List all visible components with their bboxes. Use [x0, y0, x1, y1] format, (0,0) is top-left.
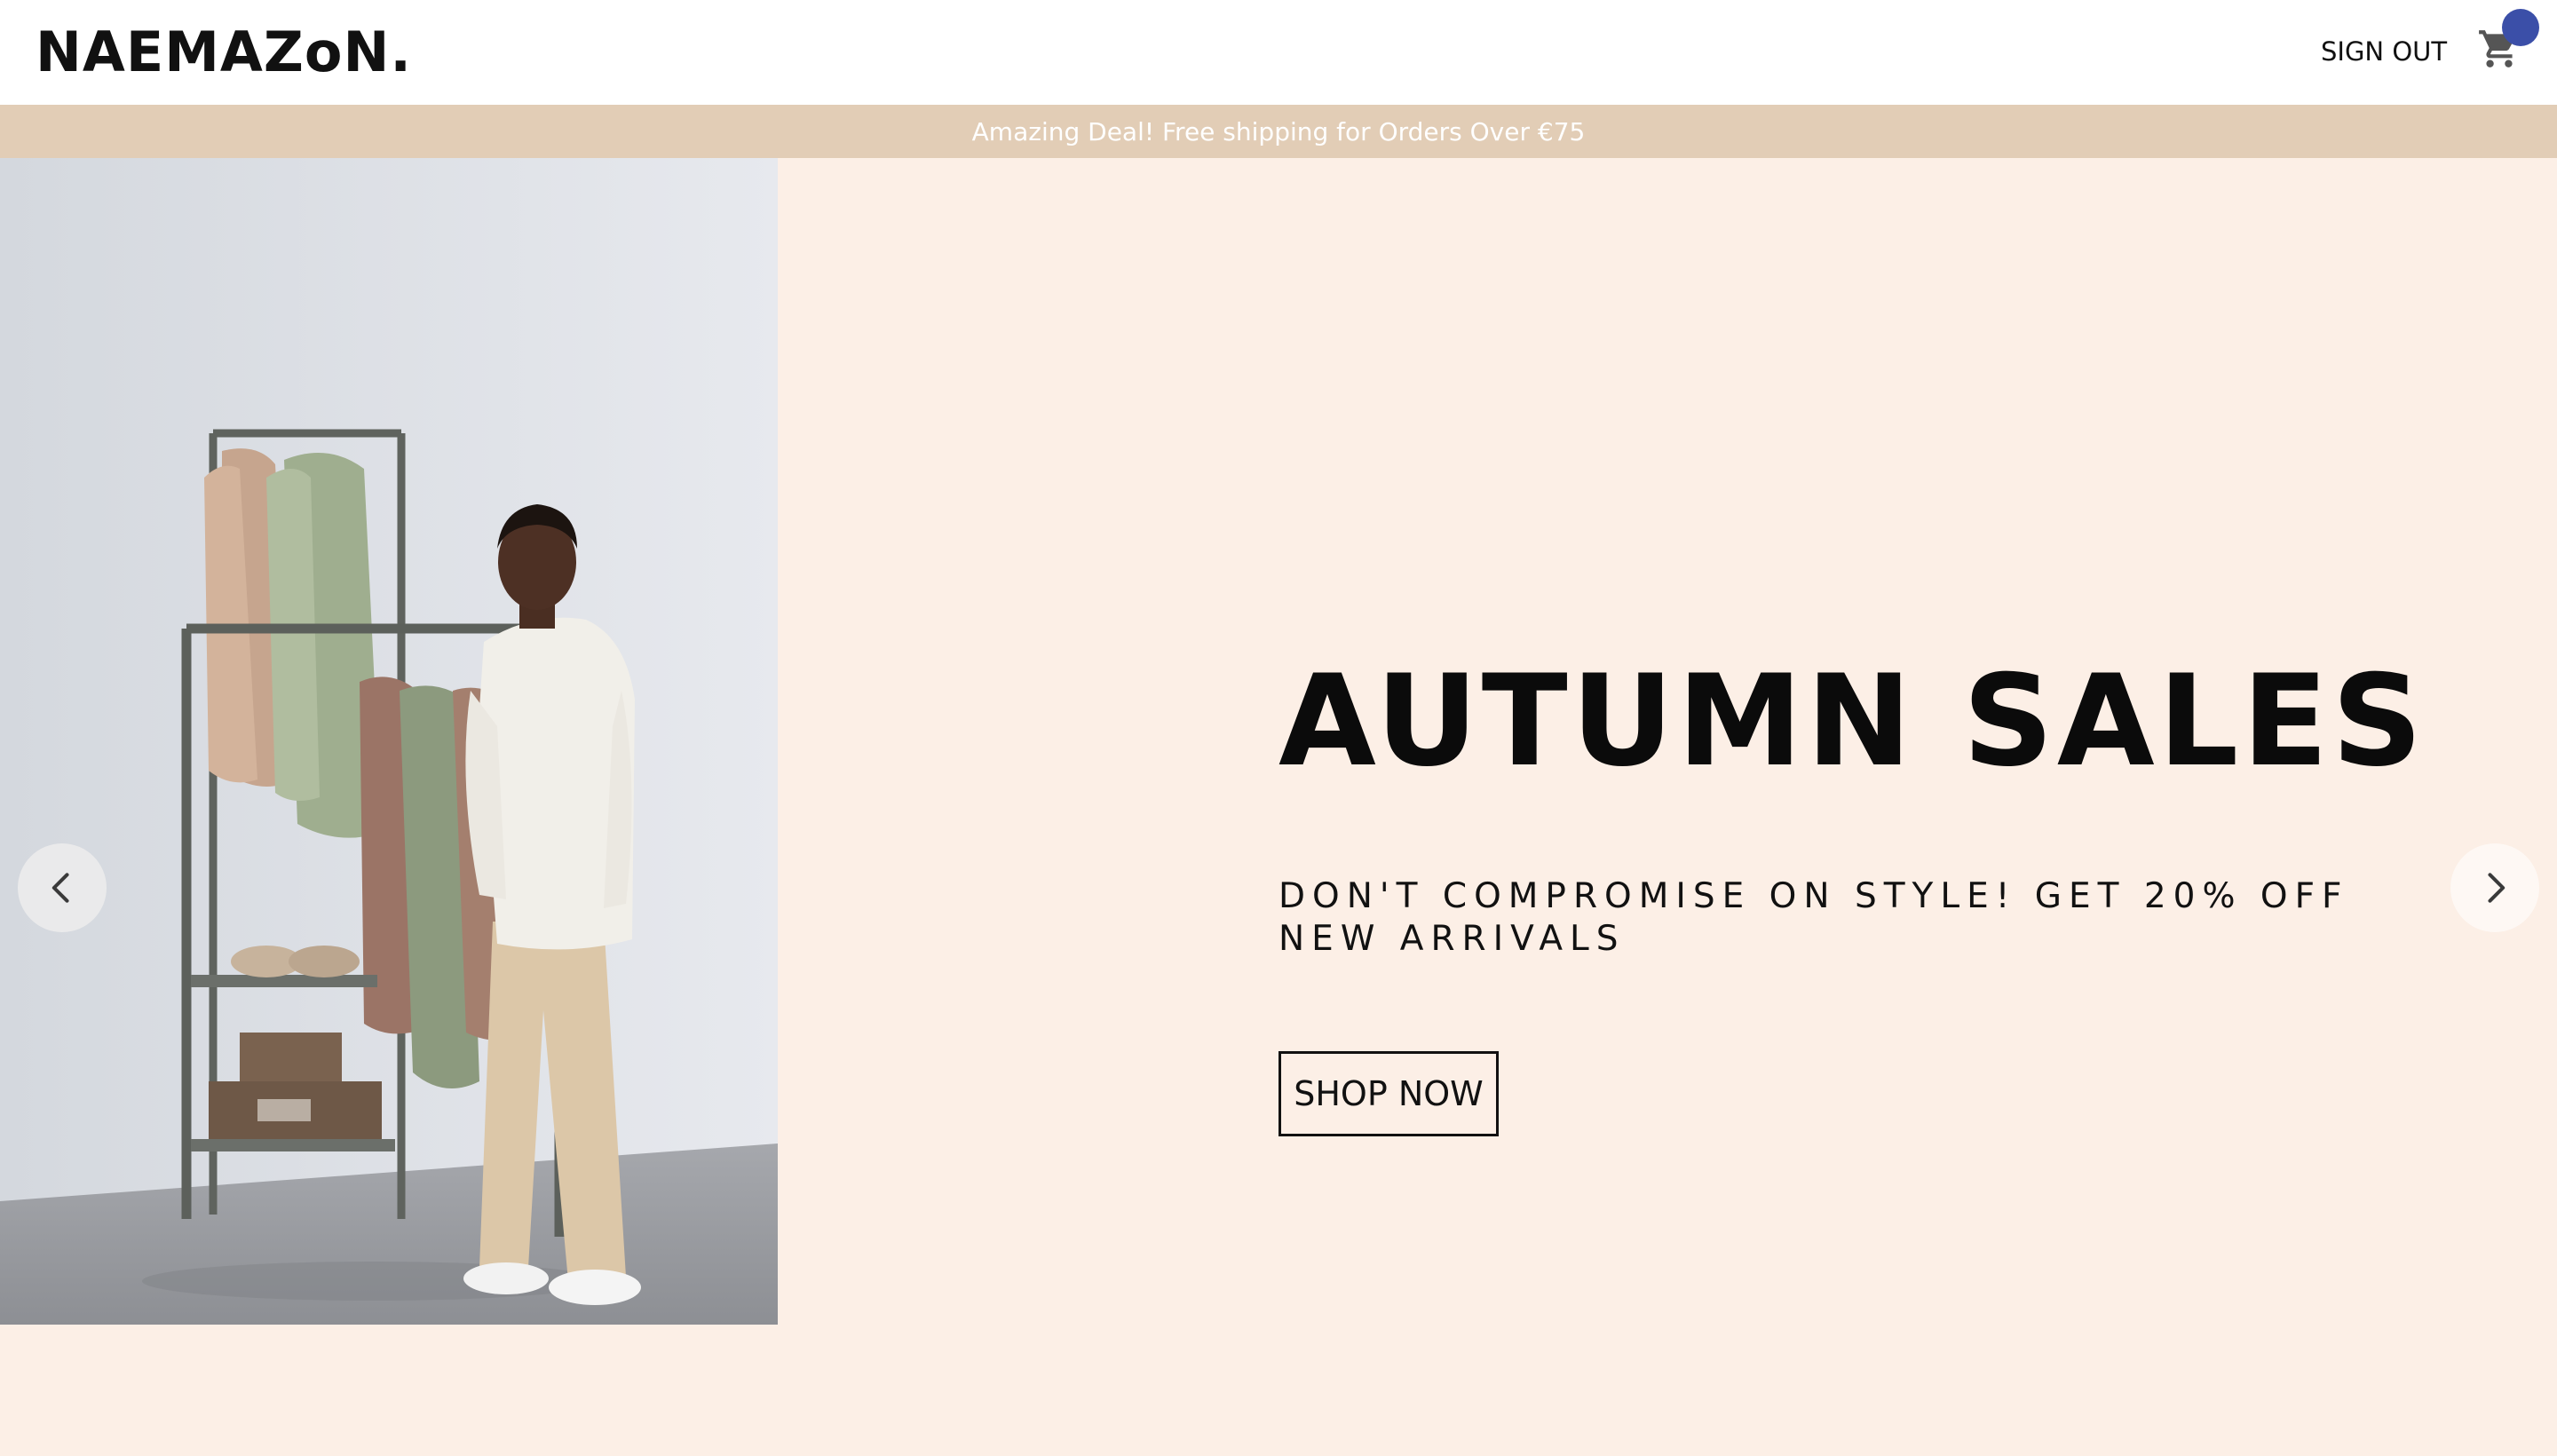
promo-banner: Amazing Deal! Free shipping for Orders O…: [0, 105, 2557, 158]
site-logo[interactable]: NAEMAZoN.: [36, 18, 412, 87]
chevron-left-icon: [51, 873, 69, 903]
carousel-next-button[interactable]: [2450, 843, 2539, 932]
page-bottom-area: [0, 1325, 2557, 1456]
shop-now-button[interactable]: SHOP NOW: [1278, 1051, 1499, 1136]
site-header: NAEMAZoN. SIGN OUT: [0, 0, 2557, 105]
hero-subtitle: DON'T COMPROMISE ON STYLE! GET 20% OFF N…: [1278, 876, 2349, 959]
carousel-prev-button[interactable]: [18, 843, 107, 932]
hero-image: [0, 158, 778, 1325]
hero-title: AUTUMN SALES: [1278, 648, 2426, 795]
sign-out-link[interactable]: SIGN OUT: [2321, 34, 2447, 69]
cart-count-badge: [2502, 9, 2539, 46]
hero-carousel: AUTUMN SALES DON'T COMPROMISE ON STYLE! …: [0, 158, 2557, 1325]
promo-text: Amazing Deal! Free shipping for Orders O…: [971, 116, 1586, 146]
chevron-right-icon: [2488, 873, 2506, 903]
